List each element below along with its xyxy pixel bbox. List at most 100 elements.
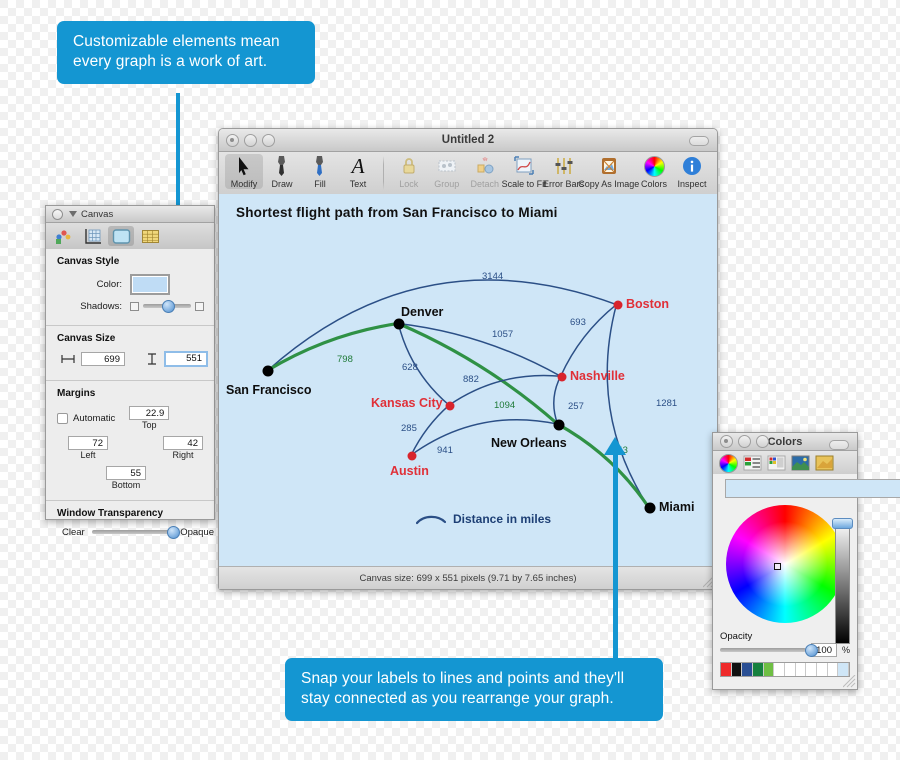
inspector-tab-graph-objects[interactable] (50, 226, 76, 246)
brightness-slider[interactable] (835, 520, 850, 644)
recent-color-swatch[interactable] (774, 663, 786, 676)
window-controls[interactable] (226, 133, 275, 147)
recent-color-swatch[interactable] (806, 663, 818, 676)
toolbar-toggle-button[interactable] (689, 136, 709, 146)
inspector-tabbar[interactable] (46, 223, 214, 250)
inspector-tab-axis[interactable] (79, 226, 105, 246)
margin-left-field[interactable]: 72 (68, 436, 108, 450)
recent-color-swatch[interactable] (763, 663, 775, 676)
node-nashville[interactable] (557, 372, 567, 382)
margin-right-field[interactable]: 42 (163, 436, 203, 450)
recent-color-swatch[interactable] (795, 663, 807, 676)
colors-tab-crayons[interactable] (815, 455, 834, 471)
distance-label-nashville-boston[interactable]: 693 (570, 317, 586, 328)
opacity-slider-knob[interactable] (805, 643, 818, 657)
node-boston[interactable] (613, 300, 623, 310)
colors-titlebar[interactable]: Colors (713, 433, 857, 451)
graph-canvas[interactable]: Shortest flight path from San Francisco … (219, 194, 717, 567)
canvas-width-field[interactable]: 699 (81, 352, 125, 366)
colors-resize-grip-icon[interactable] (843, 675, 856, 688)
city-label-austin[interactable]: Austin (390, 464, 429, 478)
toolbar-draw[interactable]: Draw (263, 154, 301, 189)
city-label-nashville[interactable]: Nashville (570, 369, 625, 383)
city-label-miami[interactable]: Miami (659, 500, 694, 514)
zoom-button[interactable] (262, 133, 275, 147)
recent-color-swatch[interactable] (827, 663, 839, 676)
inspector-tab-data[interactable] (137, 226, 163, 246)
brightness-slider-knob[interactable] (832, 518, 853, 529)
canvas-color-swatch[interactable] (130, 274, 170, 295)
recent-colors-strip[interactable] (720, 662, 850, 677)
recent-color-swatch[interactable] (742, 663, 754, 676)
toolbar-group[interactable]: Group (428, 154, 466, 189)
toolbar-error-bars[interactable]: Error Bars (543, 154, 584, 189)
colors-panel-window[interactable]: Colors Opacity 100 % (712, 432, 900, 690)
colors-tab-color-wheel[interactable] (719, 453, 738, 473)
city-label-new-orleans[interactable]: New Orleans (491, 436, 567, 450)
colors-tabbar[interactable] (713, 451, 857, 476)
city-label-boston[interactable]: Boston (626, 297, 669, 311)
canvas-height-field[interactable]: 551 (164, 351, 208, 367)
toolbar-modify[interactable]: Modify (225, 154, 263, 189)
document-titlebar[interactable]: Untitled 2 (219, 129, 717, 152)
node-san-francisco[interactable] (262, 365, 274, 377)
colors-close-button[interactable] (720, 435, 733, 448)
colors-search-input[interactable] (725, 479, 900, 498)
distance-label-denver-kansas-city[interactable]: 628 (402, 362, 418, 373)
colors-tab-palettes[interactable] (767, 455, 786, 471)
toolbar-detach[interactable]: Detach (466, 154, 504, 189)
minimize-button[interactable] (244, 133, 257, 147)
distance-label-san-francisco-boston[interactable]: 3144 (482, 271, 503, 282)
distance-label-kansas-city-nashville[interactable]: 882 (463, 374, 479, 385)
distance-label-nashville-new-orleans[interactable]: 257 (568, 401, 584, 412)
toolbar-fill[interactable]: Fill (301, 154, 339, 189)
transparency-slider[interactable] (91, 525, 180, 539)
distance-label-denver-new-orleans[interactable]: 1094 (494, 400, 515, 411)
color-wheel-picker[interactable] (774, 563, 781, 570)
shadows-slider-knob[interactable] (162, 299, 175, 313)
shadows-slider[interactable] (143, 299, 191, 313)
toolbar-text[interactable]: A Text (339, 154, 377, 189)
margins-automatic-checkbox[interactable] (57, 413, 68, 424)
node-miami[interactable] (644, 502, 656, 514)
recent-color-swatch[interactable] (817, 663, 828, 676)
distance-label-denver-nashville[interactable]: 1057 (492, 329, 513, 340)
recent-color-swatch[interactable] (721, 663, 732, 676)
colors-tab-image-palettes[interactable] (791, 455, 810, 471)
toolbar-lock[interactable]: Lock (390, 154, 428, 189)
color-wheel[interactable] (726, 505, 844, 623)
recent-color-swatch[interactable] (785, 663, 796, 676)
toolbar-copy-as-image[interactable]: Copy As Image (578, 154, 639, 189)
node-kansas-city[interactable] (445, 401, 455, 411)
colors-minimize-button[interactable] (738, 435, 751, 448)
close-button[interactable] (226, 133, 239, 147)
colors-zoom-button[interactable] (756, 435, 769, 448)
city-label-denver[interactable]: Denver (401, 305, 443, 319)
margin-top-field[interactable]: 22.9 (129, 406, 170, 420)
distance-label-boston-miami[interactable]: 1281 (656, 398, 677, 409)
node-denver[interactable] (393, 318, 405, 330)
city-label-san-francisco[interactable]: San Francisco (226, 383, 311, 397)
inspector-close-button[interactable] (52, 208, 63, 220)
recent-color-swatch[interactable] (731, 663, 743, 676)
canvas-inspector-window[interactable]: Canvas Canvas Style Color: Shadows: Canv… (45, 205, 215, 539)
document-window[interactable]: Untitled 2 Modify Draw Fill A Text Lock … (218, 128, 718, 590)
toolbar-colors[interactable]: Colors (635, 154, 673, 189)
toolbar-scale-to-fit[interactable]: Scale to Fit (502, 154, 547, 189)
colors-window-controls[interactable] (720, 435, 769, 448)
node-austin[interactable] (407, 451, 417, 461)
document-toolbar[interactable]: Modify Draw Fill A Text Lock Group Detac… (219, 152, 717, 195)
distance-label-austin-new-orleans[interactable]: 941 (437, 445, 453, 456)
margin-bottom-field[interactable]: 55 (106, 466, 146, 480)
toolbar-inspect[interactable]: Inspect (673, 154, 711, 189)
inspector-collapse-triangle-icon[interactable] (69, 211, 77, 217)
opacity-slider[interactable] (720, 643, 818, 657)
inspector-titlebar[interactable]: Canvas (46, 206, 214, 223)
recent-color-swatch[interactable] (753, 663, 764, 676)
transparency-slider-knob[interactable] (166, 525, 180, 539)
distance-label-kansas-city-austin[interactable]: 285 (401, 423, 417, 434)
node-new-orleans[interactable] (553, 419, 565, 431)
city-label-kansas-city[interactable]: Kansas City (371, 396, 443, 410)
colors-tab-sliders[interactable] (743, 455, 762, 471)
inspector-tab-canvas[interactable] (108, 226, 134, 246)
